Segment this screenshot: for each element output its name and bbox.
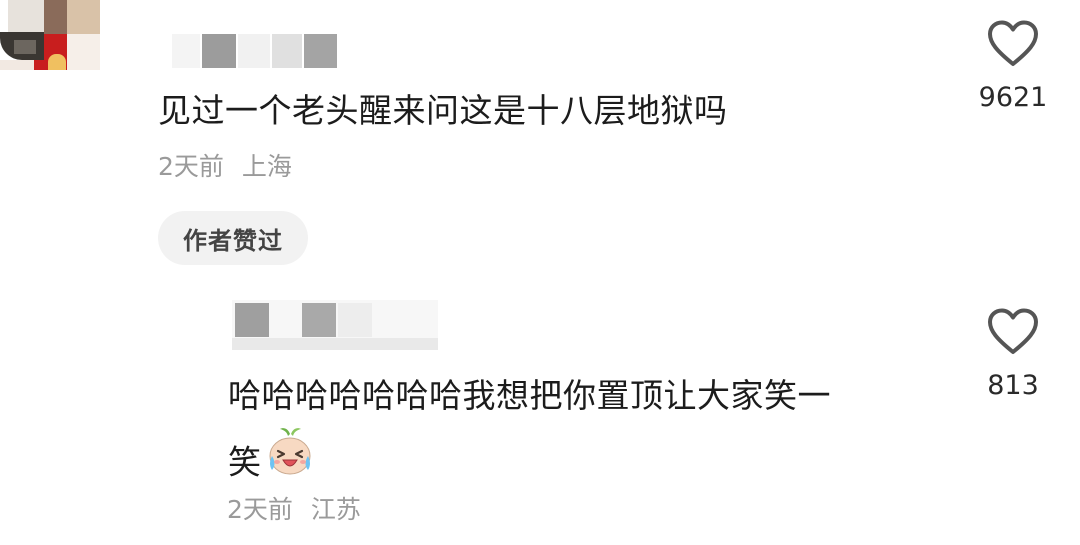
- reply-text-tail: 笑: [228, 442, 262, 482]
- laughing-crying-emoji-icon: [266, 426, 314, 494]
- comment-text: 见过一个老头醒来问这是十八层地狱吗: [158, 91, 728, 130]
- reply-time: 2天前: [227, 495, 293, 524]
- reply-username-blurred[interactable]: [232, 300, 438, 350]
- like-group[interactable]: 9621: [968, 20, 1058, 113]
- reply-text-line-1: 哈哈哈哈哈哈哈我想把你置顶让大家笑一: [228, 376, 831, 415]
- heart-icon[interactable]: [987, 20, 1039, 68]
- reply-location: 江苏: [310, 495, 361, 524]
- reply-like-count: 813: [987, 370, 1039, 401]
- heart-icon[interactable]: [987, 308, 1039, 356]
- reply-like-group[interactable]: 813: [968, 308, 1058, 401]
- comment-meta: 2天前 上海: [158, 147, 292, 183]
- reply-meta: 2天前 江苏: [227, 490, 361, 526]
- reply-avatar[interactable]: [0, 0, 44, 130]
- comment-time: 2天前: [158, 152, 224, 181]
- comment-location: 上海: [241, 152, 292, 181]
- username-blurred[interactable]: [172, 34, 337, 68]
- author-liked-badge: 作者赞过: [158, 211, 308, 265]
- like-count: 9621: [978, 82, 1048, 113]
- reply-text-line-2: 笑: [228, 428, 314, 498]
